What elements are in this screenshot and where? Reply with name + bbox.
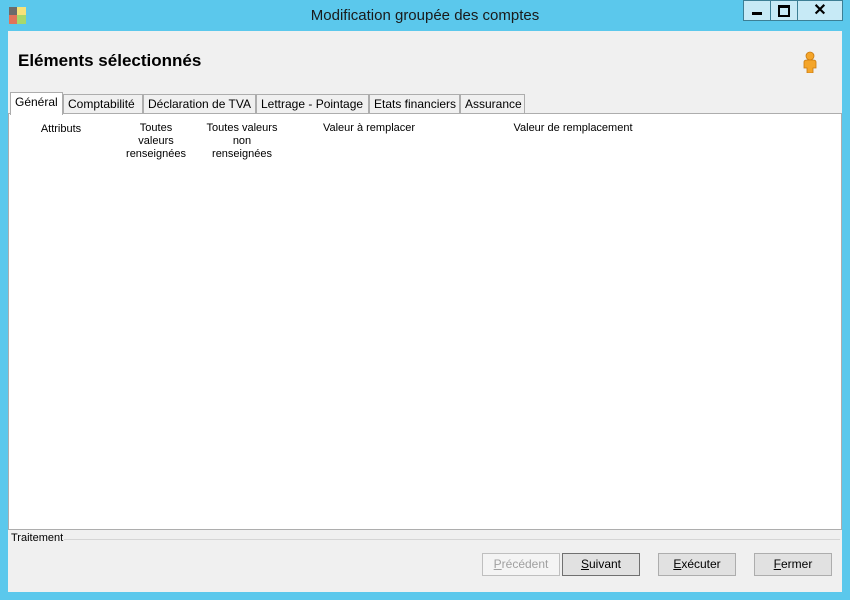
user-icon bbox=[803, 51, 817, 73]
tab-general[interactable]: Général bbox=[10, 92, 63, 115]
executer-button[interactable]: Exécuter bbox=[658, 553, 736, 576]
column-header-toutes-renseignees: Toutes valeurs renseignées bbox=[126, 122, 186, 160]
maximize-button[interactable] bbox=[770, 0, 798, 21]
close-icon: ✕ bbox=[813, 1, 827, 19]
column-header-attributs: Attributs bbox=[40, 123, 82, 135]
column-header-toutes-non-renseignees: Toutes valeurs non renseignées bbox=[206, 122, 278, 160]
tab-etats-financiers[interactable]: Etats financiers bbox=[369, 94, 460, 114]
tab-assurance[interactable]: Assurance bbox=[460, 94, 525, 114]
tab-comptabilite[interactable]: Comptabilité bbox=[63, 94, 143, 114]
header-area: Eléments sélectionnés bbox=[8, 31, 842, 91]
minimize-icon bbox=[752, 12, 762, 15]
dialog-window: Modification groupée des comptes ✕ Eléme… bbox=[0, 0, 850, 600]
traitement-group-label: Traitement bbox=[11, 532, 64, 544]
window-title: Modification groupée des comptes bbox=[310, 7, 540, 24]
page-title: Eléments sélectionnés bbox=[18, 51, 202, 70]
tab-lettrage-pointage[interactable]: Lettrage - Pointage bbox=[256, 94, 369, 114]
tab-panel-general: Attributs Toutes valeurs renseignées Tou… bbox=[8, 113, 842, 530]
close-button[interactable]: ✕ bbox=[797, 0, 843, 21]
dialog-client: Eléments sélectionnés Général Comptabili… bbox=[8, 31, 842, 592]
suivant-button[interactable]: Suivant bbox=[562, 553, 640, 576]
maximize-icon bbox=[778, 4, 790, 17]
column-header-valeur-de-remplacement: Valeur de remplacement bbox=[513, 122, 633, 134]
title-bar[interactable]: Modification groupée des comptes ✕ bbox=[0, 0, 850, 31]
fermer-button[interactable]: Fermer bbox=[754, 553, 832, 576]
precedent-button[interactable]: Précédent bbox=[482, 553, 560, 576]
tab-strip: Général Comptabilité Déclaration de TVA … bbox=[8, 92, 842, 115]
tab-declaration-tva[interactable]: Déclaration de TVA bbox=[143, 94, 256, 114]
column-header-valeur-a-remplacer: Valeur à remplacer bbox=[322, 122, 416, 134]
traitement-divider bbox=[64, 539, 840, 540]
minimize-button[interactable] bbox=[743, 0, 771, 21]
